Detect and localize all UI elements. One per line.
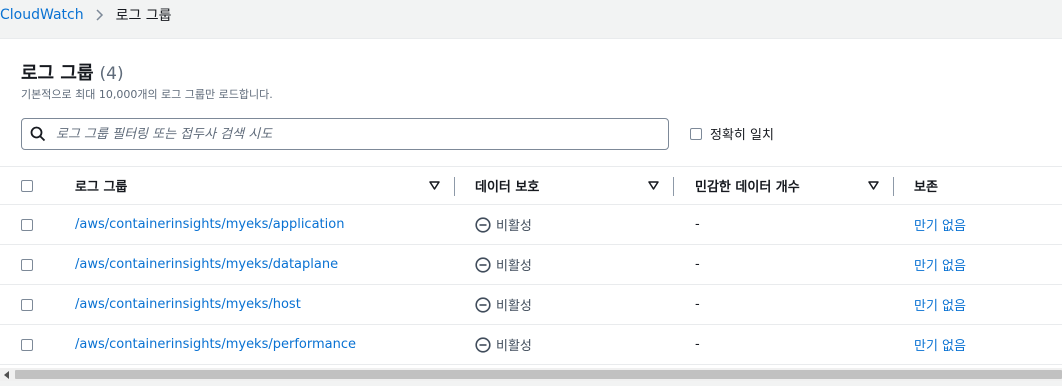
- table-row: /aws/containerinsights/myeks/dataplane 비…: [0, 245, 1062, 285]
- row-checkbox[interactable]: [21, 298, 33, 311]
- protection-status: 비활성: [475, 205, 532, 244]
- table-row: /aws/containerinsights/myeks/application…: [0, 205, 1062, 245]
- column-header-log-group[interactable]: 로그 그룹: [75, 167, 127, 204]
- horizontal-scrollbar[interactable]: [0, 368, 1062, 381]
- exact-match-checkbox[interactable]: [690, 127, 702, 140]
- row-select-cell: [21, 285, 33, 324]
- column-header-sensitive-data-count[interactable]: 민감한 데이터 개수: [695, 167, 800, 204]
- breadcrumb-cloudwatch-link[interactable]: CloudWatch: [0, 7, 84, 23]
- row-checkbox[interactable]: [21, 218, 33, 231]
- search-icon: [22, 119, 54, 149]
- protection-status: 비활성: [475, 285, 532, 324]
- page-title: 로그 그룹 (4): [21, 59, 124, 85]
- chevron-right-icon: [84, 9, 116, 21]
- column-divider[interactable]: [673, 177, 674, 196]
- breadcrumb-current: 로그 그룹: [115, 8, 172, 24]
- log-group-count: (4): [99, 64, 124, 84]
- retention-link[interactable]: 만기 없음: [914, 285, 966, 324]
- row-checkbox[interactable]: [21, 258, 33, 271]
- select-all-cell: [21, 167, 33, 204]
- column-header-retention[interactable]: 보존: [914, 167, 938, 204]
- panel-description: 기본적으로 최대 10,000개의 로그 그룹만 로드합니다.: [21, 88, 273, 101]
- search-input[interactable]: [54, 119, 668, 149]
- log-group-link[interactable]: /aws/containerinsights/myeks/host: [75, 285, 301, 324]
- column-divider[interactable]: [454, 177, 455, 196]
- row-select-cell: [21, 325, 33, 364]
- protection-status-text: 비활성: [496, 259, 532, 274]
- row-select-cell: [21, 205, 33, 244]
- select-all-checkbox[interactable]: [21, 179, 33, 192]
- row-checkbox[interactable]: [21, 338, 33, 351]
- exact-match-toggle[interactable]: 정확히 일치: [690, 124, 774, 143]
- log-group-link[interactable]: /aws/containerinsights/myeks/dataplane: [75, 245, 338, 284]
- minus-circle-icon: [475, 296, 491, 313]
- protection-status-text: 비활성: [496, 219, 532, 234]
- sensitive-count: -: [695, 257, 700, 272]
- protection-status-text: 비활성: [496, 299, 532, 314]
- sensitive-count: -: [695, 337, 700, 352]
- protection-status: 비활성: [475, 325, 532, 364]
- arrow-left-icon[interactable]: [0, 368, 14, 381]
- panel-title-text: 로그 그룹: [21, 63, 94, 84]
- column-divider[interactable]: [893, 177, 894, 196]
- table-header: 로그 그룹 데이터 보호 민감한 데이터 개수 보존: [0, 166, 1062, 205]
- retention-link[interactable]: 만기 없음: [914, 245, 966, 284]
- log-group-link[interactable]: /aws/containerinsights/myeks/performance: [75, 325, 356, 364]
- sensitive-count: -: [695, 297, 700, 312]
- row-select-cell: [21, 245, 33, 284]
- sort-caret-down-icon[interactable]: [648, 167, 659, 204]
- retention-link[interactable]: 만기 없음: [914, 205, 966, 244]
- retention-link[interactable]: 만기 없음: [914, 325, 966, 364]
- log-groups-panel: 로그 그룹 (4) 기본적으로 최대 10,000개의 로그 그룹만 로드합니다…: [0, 38, 1062, 368]
- table-row: /aws/containerinsights/myeks/performance…: [0, 325, 1062, 365]
- minus-circle-icon: [475, 256, 491, 273]
- column-header-data-protection[interactable]: 데이터 보호: [475, 167, 539, 204]
- protection-status: 비활성: [475, 245, 532, 284]
- exact-match-label: 정확히 일치: [710, 128, 774, 143]
- log-groups-table: 로그 그룹 데이터 보호 민감한 데이터 개수 보존 /aws/containe…: [0, 166, 1062, 365]
- sensitive-count: -: [695, 217, 700, 232]
- minus-circle-icon: [475, 336, 491, 353]
- minus-circle-icon: [475, 216, 491, 233]
- breadcrumb: CloudWatch 로그 그룹: [0, 0, 172, 30]
- protection-status-text: 비활성: [496, 339, 532, 354]
- search-box: [21, 118, 669, 150]
- sort-caret-down-icon[interactable]: [429, 167, 440, 204]
- sort-caret-down-icon[interactable]: [868, 167, 879, 204]
- log-group-link[interactable]: /aws/containerinsights/myeks/application: [75, 205, 344, 244]
- scrollbar-thumb[interactable]: [15, 370, 1062, 379]
- table-row: /aws/containerinsights/myeks/host 비활성 - …: [0, 285, 1062, 325]
